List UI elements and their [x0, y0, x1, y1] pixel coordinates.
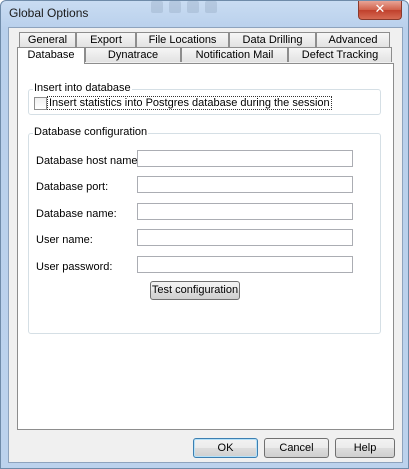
tab-file-locations[interactable]: File Locations	[136, 32, 229, 47]
global-options-dialog: Global Options ✕ General Export File Loc…	[0, 0, 409, 469]
user-name-input[interactable]	[137, 229, 353, 246]
port-label: Database port:	[36, 181, 109, 193]
tab-advanced[interactable]: Advanced	[316, 32, 390, 47]
host-name-input[interactable]	[137, 150, 353, 167]
tab-export[interactable]: Export	[76, 32, 136, 47]
titlebar-ghost-icons	[151, 1, 246, 15]
user-password-input[interactable]	[137, 256, 353, 273]
title-bar[interactable]: Global Options ✕	[1, 1, 408, 25]
tab-general[interactable]: General	[19, 32, 76, 47]
host-name-label: Database host name:	[36, 155, 141, 167]
user-name-label: User name:	[36, 234, 93, 246]
insert-statistics-checkbox[interactable]	[34, 97, 47, 110]
user-password-label: User password:	[36, 261, 113, 273]
config-group-legend: Database configuration	[33, 126, 149, 138]
database-name-label: Database name:	[36, 208, 117, 220]
insert-statistics-label[interactable]: Insert statistics into Postgres database…	[47, 96, 332, 110]
help-button[interactable]: Help	[335, 438, 395, 458]
insert-group-legend: Insert into database	[33, 82, 132, 94]
port-input[interactable]	[137, 176, 353, 193]
window-title: Global Options	[9, 6, 89, 20]
database-name-input[interactable]	[137, 203, 353, 220]
database-tab-panel: Insert into database Insert statistics i…	[17, 63, 394, 430]
tab-notification-mail[interactable]: Notification Mail	[181, 47, 288, 62]
tab-data-drilling[interactable]: Data Drilling	[229, 32, 316, 47]
test-configuration-button[interactable]: Test configuration	[150, 281, 240, 300]
cancel-button[interactable]: Cancel	[264, 438, 329, 458]
tab-defect-tracking[interactable]: Defect Tracking	[288, 47, 392, 62]
dialog-client: General Export File Locations Data Drill…	[8, 27, 403, 463]
tab-database[interactable]: Database	[17, 47, 85, 64]
ok-button[interactable]: OK	[193, 438, 258, 458]
close-icon[interactable]: ✕	[358, 1, 402, 20]
tab-dynatrace[interactable]: Dynatrace	[85, 47, 181, 62]
